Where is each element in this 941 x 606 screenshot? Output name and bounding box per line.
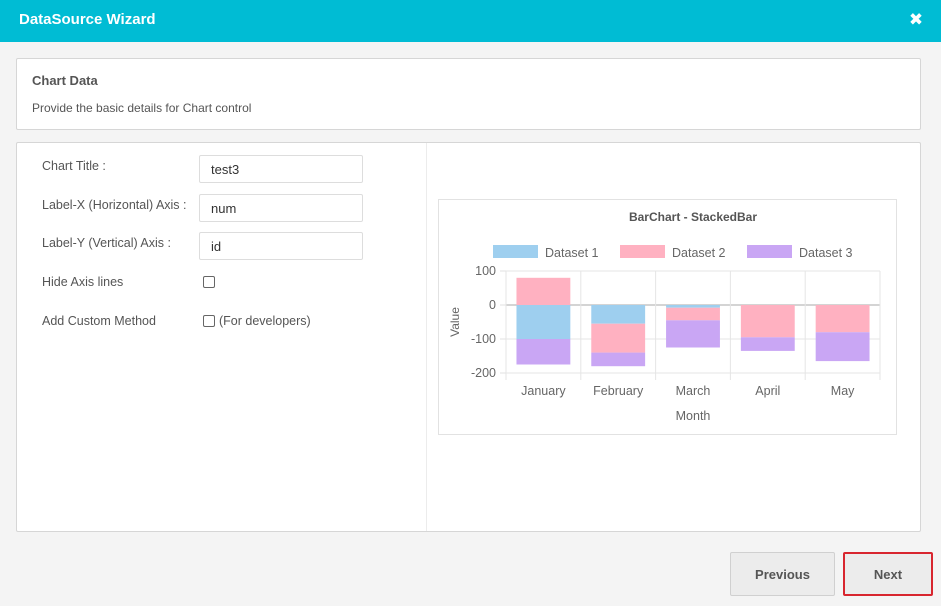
hide-axis-checkbox[interactable] [203, 276, 215, 288]
x-tick-label: March [676, 384, 711, 398]
chart-preview: BarChart - StackedBar Dataset 1 Dataset 2 D… [438, 199, 897, 435]
x-tick-label: January [521, 384, 566, 398]
bar-segment [666, 305, 720, 308]
x-tick-label: February [593, 384, 644, 398]
y-axis-label: Value [448, 307, 462, 337]
chart-settings-panel: Chart Title : Label-X (Horizontal) Axis … [16, 142, 921, 532]
previous-button[interactable]: Previous [730, 552, 835, 596]
bar-segment [516, 339, 571, 365]
y-tick-label: 0 [489, 298, 496, 312]
x-tick-label: April [755, 384, 780, 398]
next-button[interactable]: Next [843, 552, 933, 596]
x-tick-label: May [831, 384, 855, 398]
bar-segment [740, 305, 795, 338]
y-tick-label: -100 [471, 332, 496, 346]
bar-segment [591, 323, 646, 353]
dialog-title: DataSource Wizard [19, 11, 156, 28]
label-x-label: Label-X (Horizontal) Axis : [42, 198, 187, 212]
x-axis-label: Month [676, 409, 711, 423]
legend-label: Dataset 3 [799, 246, 853, 260]
y-tick-label: -200 [471, 366, 496, 380]
bar-segment [591, 352, 646, 367]
chart-title: BarChart - StackedBar [629, 210, 757, 224]
legend-label: Dataset 1 [545, 246, 599, 260]
bar-segment [516, 305, 571, 339]
close-icon[interactable]: ✖ [905, 9, 927, 31]
custom-method-label: Add Custom Method [42, 314, 156, 328]
bar-segment [815, 332, 870, 362]
bar-segment [516, 277, 571, 305]
bar-chart: BarChart - StackedBar Dataset 1 Dataset 2 D… [448, 210, 881, 423]
bar-segment [815, 305, 870, 333]
bar-segment [666, 307, 720, 321]
info-panel: Chart Data Provide the basic details for… [16, 58, 921, 130]
legend-swatch [620, 245, 665, 258]
legend-swatch [493, 245, 538, 258]
chart-title-input[interactable] [199, 155, 363, 183]
panel-divider [426, 143, 427, 531]
label-y-label: Label-Y (Vertical) Axis : [42, 236, 171, 250]
chart-title-label: Chart Title : [42, 159, 106, 173]
legend-label: Dataset 2 [672, 246, 726, 260]
legend-swatch [747, 245, 792, 258]
custom-method-checkbox[interactable] [203, 315, 215, 327]
bar-segment [740, 337, 795, 351]
section-title: Chart Data [32, 73, 98, 88]
label-x-input[interactable] [199, 194, 363, 222]
hide-axis-label: Hide Axis lines [42, 275, 124, 289]
custom-method-note: (For developers) [219, 314, 311, 328]
section-subtitle: Provide the basic details for Chart cont… [32, 101, 252, 115]
dialog-header: DataSource Wizard ✖ [0, 0, 941, 42]
bar-segment [591, 305, 646, 324]
label-y-input[interactable] [199, 232, 363, 260]
bar-segment [666, 320, 720, 348]
y-tick-label: 100 [475, 264, 496, 278]
